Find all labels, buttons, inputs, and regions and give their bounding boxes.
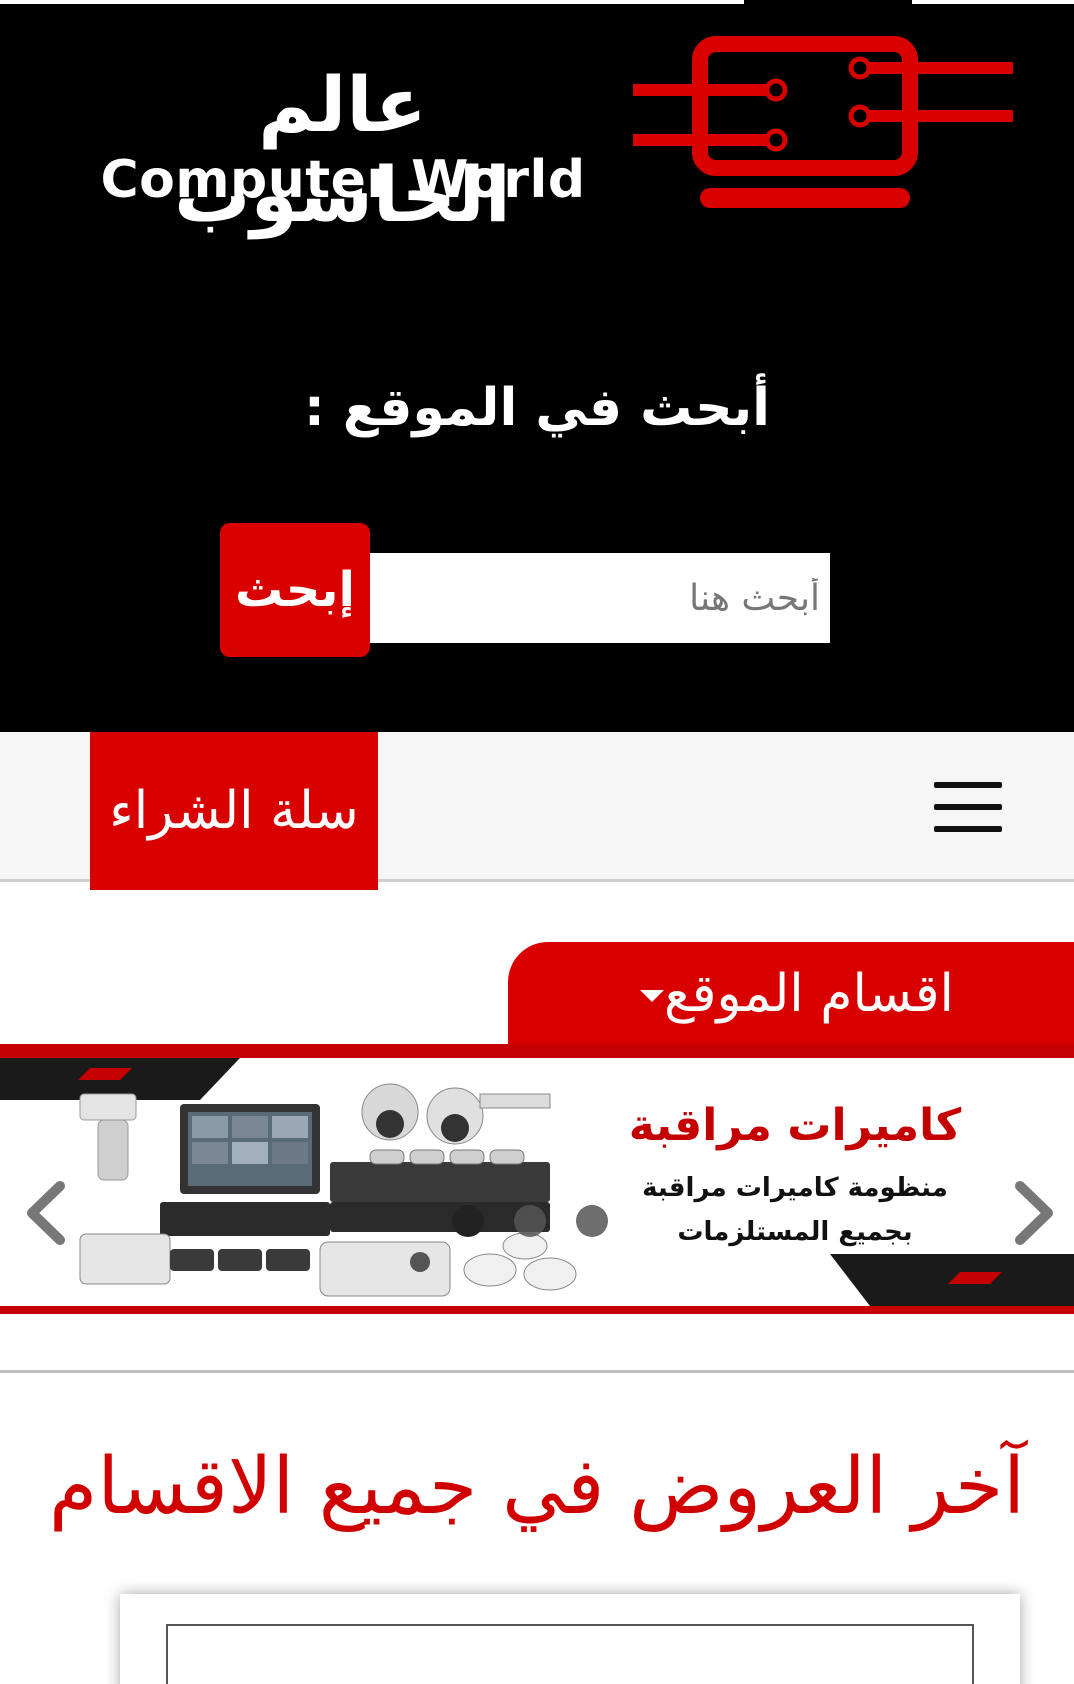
- banner-bottom-stripe: [0, 1306, 1074, 1314]
- banner-subtitle-line1: منظومة كاميرات مراقبة: [642, 1173, 948, 1203]
- hamburger-menu-icon[interactable]: [934, 782, 1002, 832]
- product-card-inner: [166, 1624, 974, 1684]
- hamburger-line: [934, 782, 1002, 788]
- latest-offers-title: آخر العروض في جميع الاقسام: [49, 1442, 1025, 1532]
- brand-name-english: Computer World: [100, 150, 586, 210]
- slider-dot-1[interactable]: [452, 1205, 484, 1237]
- slider-dots: [450, 1205, 630, 1239]
- slider-dot-2[interactable]: [514, 1205, 546, 1237]
- search-button[interactable]: إبحث: [220, 523, 370, 657]
- top-divider-right: [912, 0, 1074, 4]
- chevron-right-icon[interactable]: [1008, 1180, 1058, 1246]
- banner-title: كاميرات مراقبة: [628, 1100, 962, 1151]
- chevron-left-icon[interactable]: [22, 1180, 72, 1246]
- search-heading: أبحث في الموقع :: [303, 378, 771, 438]
- categories-dropdown-button[interactable]: اقسام الموقع: [508, 942, 1074, 1046]
- banner-subtitle-line2: بجميع المستلزمات: [677, 1217, 913, 1247]
- section-divider: [0, 1370, 1074, 1373]
- slider-dot-3[interactable]: [576, 1205, 608, 1237]
- hamburger-line: [934, 804, 1002, 810]
- cart-button[interactable]: سلة الشراء: [90, 732, 378, 890]
- search-input[interactable]: [366, 553, 830, 643]
- circuit-logo-icon: [633, 36, 1013, 208]
- top-divider-left: [0, 0, 744, 4]
- hamburger-line: [934, 826, 1002, 832]
- caret-down-icon: [640, 990, 664, 1002]
- banner-slider: كاميرات مراقبة منظومة كاميرات مراقبة بجم…: [0, 1044, 1074, 1314]
- categories-label: اقسام الموقع: [663, 964, 954, 1024]
- cctv-equipment-image: [79, 1083, 577, 1297]
